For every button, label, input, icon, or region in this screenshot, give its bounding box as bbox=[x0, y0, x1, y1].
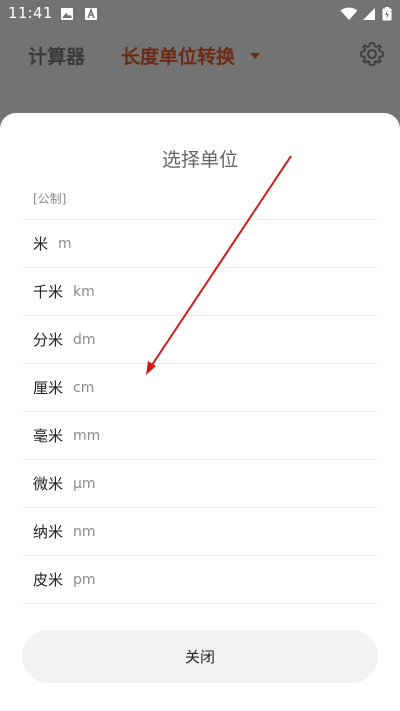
unit-symbol: dm bbox=[73, 331, 96, 348]
close-button[interactable]: 关闭 bbox=[22, 630, 378, 683]
image-icon bbox=[61, 8, 73, 20]
unit-name: 厘米 bbox=[33, 379, 64, 397]
tab-calculator[interactable]: 计算器 bbox=[28, 42, 85, 69]
unit-symbol: pm bbox=[73, 571, 96, 588]
unit-symbol: nm bbox=[73, 523, 96, 540]
unit-row-pm[interactable]: 皮米 pm bbox=[23, 556, 377, 604]
unit-row-um[interactable]: 微米 μm bbox=[23, 460, 377, 508]
wifi-icon bbox=[340, 7, 358, 20]
status-bar: 11:41 bbox=[0, 0, 400, 28]
app-bar: 计算器 长度单位转换 bbox=[0, 28, 400, 84]
status-time: 11:41 bbox=[8, 4, 53, 22]
sheet-title: 选择单位 bbox=[161, 149, 238, 171]
unit-symbol: μm bbox=[73, 475, 96, 492]
section-label-metric: [公制] bbox=[33, 192, 67, 206]
unit-list: 米 m 千米 km 分米 dm 厘米 cm 毫米 mm 微米 μm 纳米 nm … bbox=[23, 219, 377, 604]
unit-name: 米 bbox=[33, 235, 49, 253]
unit-row-cm[interactable]: 厘米 cm bbox=[23, 364, 377, 412]
unit-row-nm[interactable]: 纳米 nm bbox=[23, 508, 377, 556]
unit-name: 毫米 bbox=[33, 427, 64, 445]
unit-symbol: m bbox=[58, 235, 72, 252]
unit-symbol: cm bbox=[73, 379, 95, 396]
unit-name: 分米 bbox=[33, 331, 64, 349]
unit-name: 千米 bbox=[33, 283, 64, 301]
unit-row-mm[interactable]: 毫米 mm bbox=[23, 412, 377, 460]
unit-row-m[interactable]: 米 m bbox=[23, 220, 377, 268]
tab-length-conversion[interactable]: 长度单位转换 bbox=[121, 42, 235, 69]
unit-name: 皮米 bbox=[33, 571, 64, 589]
unit-name: 微米 bbox=[33, 475, 64, 493]
signal-icon bbox=[363, 8, 375, 20]
unit-row-dm[interactable]: 分米 dm bbox=[23, 316, 377, 364]
chevron-down-icon[interactable] bbox=[250, 53, 260, 59]
unit-symbol: mm bbox=[73, 427, 101, 444]
screen: 11:41 计算器 长度单位转换 选择单位 [公制] 米 m 千米 km 分米 … bbox=[0, 0, 400, 711]
unit-picker-sheet: 选择单位 [公制] 米 m 千米 km 分米 dm 厘米 cm 毫米 mm 微米… bbox=[0, 113, 400, 711]
text-a-icon bbox=[85, 7, 97, 20]
battery-icon bbox=[382, 7, 392, 21]
gear-icon[interactable] bbox=[358, 40, 386, 68]
unit-row-km[interactable]: 千米 km bbox=[23, 268, 377, 316]
unit-name: 纳米 bbox=[33, 523, 64, 541]
unit-symbol: km bbox=[73, 283, 95, 300]
